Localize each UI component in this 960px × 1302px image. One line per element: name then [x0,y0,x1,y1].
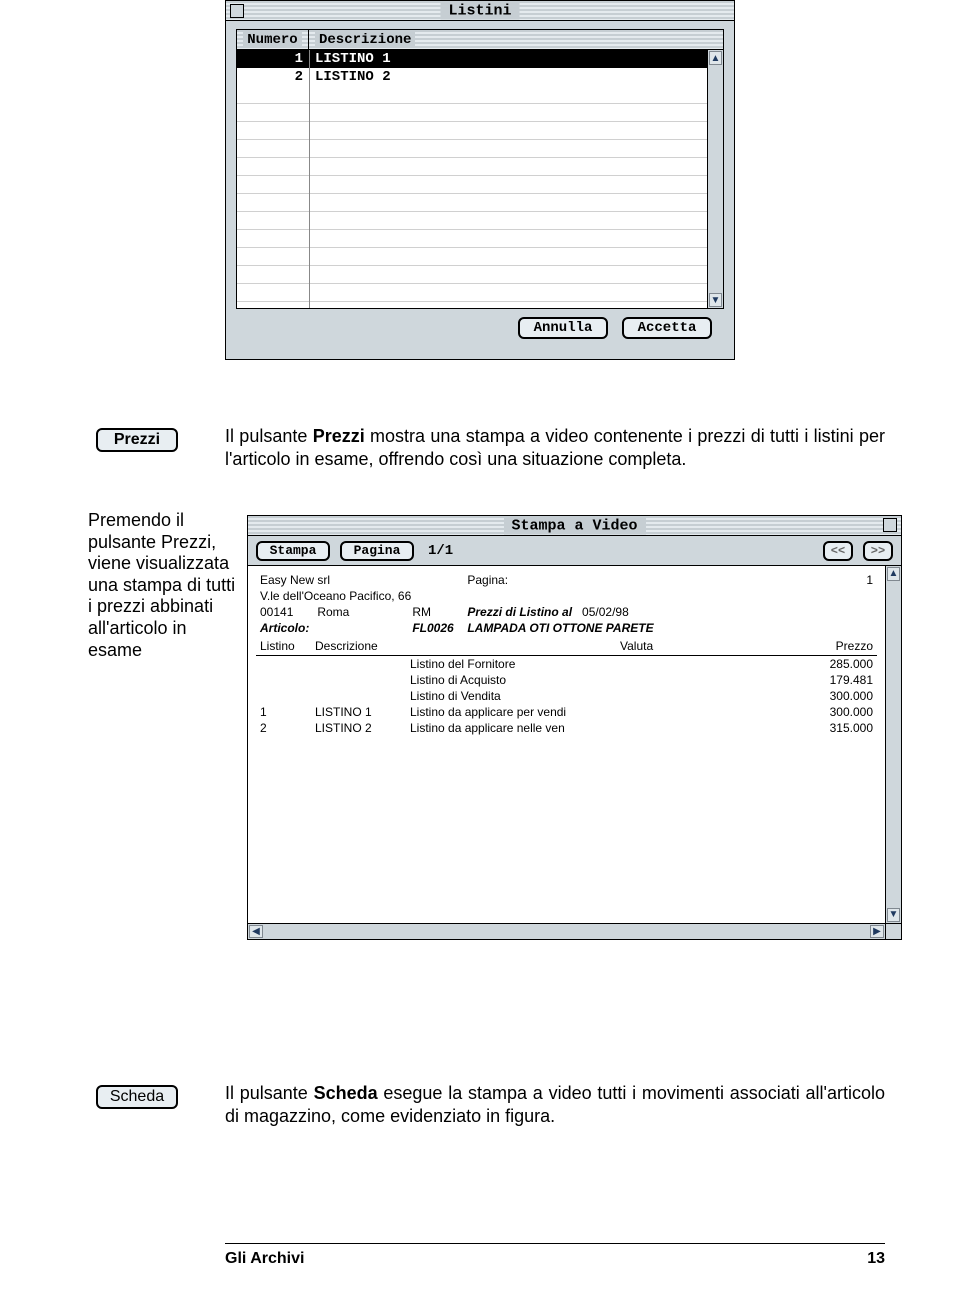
vertical-scrollbar[interactable]: ▲ ▼ [707,50,723,308]
prezzi-paragraph: Il pulsante Prezzi mostra una stampa a v… [225,425,885,470]
footer-page-number: 13 [867,1250,885,1268]
scroll-down-icon[interactable]: ▼ [887,908,900,922]
stampa-toolbar: Stampa Pagina 1/1 << >> [248,536,901,566]
report-row: 2 LISTINO 2 Listino da applicare nelle v… [256,720,877,736]
th-descrizione: Descrizione [311,638,406,656]
row-num: 2 [237,69,309,85]
report-content: Easy New srl Pagina: 1 V.le dell'Oceano … [248,566,885,923]
listini-title: Listini [440,2,519,19]
report-prov: RM [408,604,463,620]
scroll-up-icon[interactable]: ▲ [887,567,900,581]
report-pagina-val: 1 [781,572,877,588]
report-heading: Prezzi di Listino al [467,605,572,619]
footer-title: Gli Archivi [225,1250,304,1268]
report-company: Easy New srl [256,572,463,588]
scroll-left-icon[interactable]: ◀ [249,925,263,938]
collapse-icon[interactable] [883,518,897,532]
scheda-button[interactable]: Scheda [96,1085,178,1109]
listini-header: Numero Descrizione [237,30,723,50]
resize-handle-icon[interactable] [885,924,901,939]
stampa-titlebar[interactable]: Stampa a Video [248,516,901,536]
row-desc: LISTINO 1 [309,51,707,67]
text: Il pulsante [225,426,313,446]
th-prezzo: Prezzo [706,638,877,656]
footer-rule [225,1243,885,1244]
listini-table: Numero Descrizione 1 LISTINO 1 2 LISTINO… [236,29,724,309]
report-date: 05/02/98 [582,605,629,619]
row-desc: LISTINO 2 [309,69,707,85]
listini-titlebar[interactable]: Listini [226,1,734,21]
scheda-paragraph: Il pulsante Scheda esegue la stampa a vi… [225,1082,885,1127]
close-icon[interactable] [230,4,244,18]
report-cap: 00141 [256,604,313,620]
col-numero: Numero [243,32,301,48]
report-city: Roma [313,604,408,620]
prev-page-button[interactable]: << [823,541,853,561]
report-articolo-desc: LAMPADA OTI OTTONE PARETE [463,620,877,636]
report-row: 1 LISTINO 1 Listino da applicare per ven… [256,704,877,720]
stampa-video-window: Stampa a Video Stampa Pagina 1/1 << >> E… [247,515,902,940]
next-page-button[interactable]: >> [863,541,893,561]
report-row: Listino di Acquisto 179.481 [256,672,877,688]
report-row: Listino di Vendita 300.000 [256,688,877,704]
scroll-right-icon[interactable]: ▶ [870,925,884,938]
prezzi-button[interactable]: Prezzi [96,428,178,452]
row-num: 1 [237,51,309,67]
accetta-button[interactable]: Accetta [622,317,712,339]
annulla-button[interactable]: Annulla [518,317,608,339]
report-articolo-code: FL0026 [408,620,463,636]
table-row[interactable]: 2 LISTINO 2 [237,68,707,86]
page-indicator: 1/1 [428,543,453,559]
table-row[interactable]: 1 LISTINO 1 [237,50,707,68]
page-footer: Gli Archivi 13 [225,1250,885,1268]
column-divider [309,50,310,308]
report-address: V.le dell'Oceano Pacifico, 66 [256,588,877,604]
side-caption: Premendo il pulsante Prezzi, viene visua… [88,510,238,661]
report-row: Listino del Fornitore 285.000 [256,656,877,673]
text-bold: Scheda [314,1083,378,1103]
scroll-up-icon[interactable]: ▲ [709,51,722,65]
text: Il pulsante [225,1083,314,1103]
scroll-down-icon[interactable]: ▼ [709,293,722,307]
report-articolo-label: Articolo: [256,620,313,636]
listini-window: Listini Numero Descrizione 1 LISTINO 1 [225,0,735,360]
th-valuta: Valuta [616,638,706,656]
horizontal-scrollbar[interactable]: ◀ ▶ [248,923,901,939]
vertical-scrollbar[interactable]: ▲ ▼ [885,566,901,923]
stampa-button[interactable]: Stampa [256,541,330,561]
pagina-button[interactable]: Pagina [340,541,414,561]
report-pagina-label: Pagina: [463,572,781,588]
th-listino: Listino [256,638,311,656]
empty-rows [237,86,707,302]
col-descrizione: Descrizione [315,32,415,48]
text-bold: Prezzi [313,426,365,446]
stampa-title: Stampa a Video [503,517,645,534]
